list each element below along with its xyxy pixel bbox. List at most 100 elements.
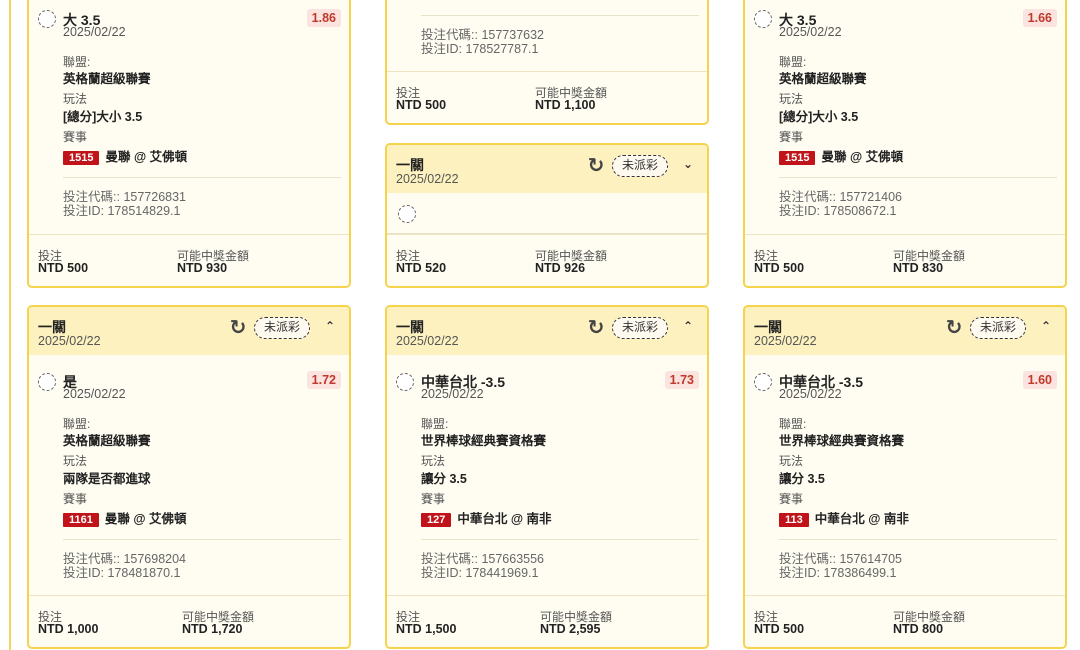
market-label: 玩法: [779, 92, 804, 106]
bet-code-label: 投注代碼::: [421, 552, 478, 566]
match-number-badge: 1161: [63, 513, 99, 527]
match-number-badge: 1515: [779, 151, 816, 165]
selection-status-icon: [754, 373, 772, 391]
card-header[interactable]: 一關 2025/02/22 ↻ 未派彩 ⌃: [745, 307, 1065, 355]
bet-card: 一關 2025/02/22 ↻ 未派彩 ⌄ 投注 NTD 520 可能中獎金額 …: [385, 143, 709, 288]
chevron-up-icon[interactable]: ⌃: [1041, 319, 1051, 333]
league-value: 英格蘭超級聯賽: [63, 72, 151, 86]
chevron-up-icon[interactable]: ⌃: [683, 319, 693, 333]
bet-code: 157663556: [481, 552, 545, 566]
market-value: 讓分 3.5: [779, 472, 825, 486]
market-label: 玩法: [63, 454, 88, 468]
stake-value: NTD 500: [38, 261, 89, 275]
card-footer: 投注 NTD 1,500 可能中獎金額 NTD 2,595: [387, 595, 707, 647]
refresh-icon[interactable]: ↻: [944, 318, 964, 338]
odds-badge: 1.72: [306, 371, 341, 389]
bet-id-label: 投注ID:: [63, 204, 104, 218]
match-label: 賽事: [63, 130, 88, 144]
potential-win-value: NTD 2,595: [540, 622, 601, 636]
league-value: 英格蘭超級聯賽: [63, 434, 151, 448]
bet-id-label: 投注ID:: [63, 566, 104, 580]
odds-badge: 1.73: [664, 371, 699, 389]
match-teams: 曼聯 @ 艾佛頓: [104, 512, 187, 526]
match-value: 1161 曼聯 @ 艾佛頓: [63, 508, 187, 527]
card-header[interactable]: 一關 2025/02/22 ↻ 未派彩 ⌄: [387, 145, 707, 193]
divider: [779, 539, 1057, 540]
selection-status-icon: [38, 373, 56, 391]
bet-code: 157726831: [123, 190, 187, 204]
match-value: 1515 曼聯 @ 艾佛頓: [779, 146, 903, 165]
bet-code: 157698204: [123, 552, 187, 566]
divider: [421, 539, 699, 540]
bet-card: 一關 2025/02/22 ↻ 未派彩 ⌃ 中華台北 -3.5 2025/02/…: [385, 305, 709, 649]
bet-id: 178481870.1: [107, 566, 181, 580]
selection-date: 2025/02/22: [779, 387, 842, 401]
match-number-badge: 1515: [63, 151, 100, 165]
bet-id: 178508672.1: [823, 204, 897, 218]
bet-id: 178514829.1: [107, 204, 181, 218]
bet-code: 157721406: [839, 190, 903, 204]
market-value: [總分]大小 3.5: [63, 110, 143, 124]
bet-date: 2025/02/22: [396, 172, 459, 186]
bet-meta: 投注代碼:: 157737632 投注ID: 178527787.1: [421, 28, 544, 56]
stake-value: NTD 500: [396, 98, 447, 112]
bet-code-label: 投注代碼::: [779, 190, 836, 204]
stake-value: NTD 500: [754, 261, 805, 275]
match-label: 賽事: [63, 492, 88, 506]
status-badge: 未派彩: [611, 155, 668, 177]
potential-win-value: NTD 930: [177, 261, 228, 275]
card-footer: 投注 NTD 500 可能中獎金額 NTD 830: [745, 234, 1065, 286]
chevron-down-icon[interactable]: ⌄: [683, 157, 693, 171]
match-teams: 中華台北 @ 南非: [814, 512, 909, 526]
bet-meta: 投注代碼:: 157698204 投注ID: 178481870.1: [63, 552, 186, 580]
bet-code-label: 投注代碼::: [63, 190, 120, 204]
selection-status-icon: [754, 10, 772, 28]
match-label: 賽事: [421, 492, 446, 506]
bet-meta: 投注代碼:: 157721406 投注ID: 178508672.1: [779, 190, 902, 218]
refresh-icon[interactable]: ↻: [586, 156, 606, 176]
potential-win-value: NTD 1,100: [535, 98, 596, 112]
match-value: 127 中華台北 @ 南非: [421, 508, 552, 527]
match-number-badge: 127: [421, 513, 452, 527]
refresh-icon[interactable]: ↻: [586, 318, 606, 338]
bet-code-label: 投注代碼::: [779, 552, 836, 566]
divider: [421, 15, 699, 16]
status-badge: 未派彩: [611, 317, 668, 339]
chevron-up-icon[interactable]: ⌃: [325, 319, 335, 333]
card-header[interactable]: 一關 2025/02/22 ↻ 未派彩 ⌃: [387, 307, 707, 355]
left-scroll-rule: [9, 0, 11, 650]
match-number-badge: 113: [779, 513, 809, 527]
stake-value: NTD 1,500: [396, 622, 457, 636]
selection-date: 2025/02/22: [779, 25, 842, 39]
potential-win-value: NTD 800: [893, 622, 944, 636]
match-label: 賽事: [779, 492, 804, 506]
selection-date: 2025/02/22: [63, 387, 126, 401]
bet-id: 178527787.1: [465, 42, 539, 56]
bet-meta: 投注代碼:: 157726831 投注ID: 178514829.1: [63, 190, 186, 218]
selection-date: 2025/02/22: [421, 387, 484, 401]
bet-date: 2025/02/22: [754, 334, 817, 348]
refresh-icon[interactable]: ↻: [228, 318, 248, 338]
selection-date: 2025/02/22: [63, 25, 126, 39]
selection-status-icon: [38, 10, 56, 28]
card-header[interactable]: 一關 2025/02/22 ↻ 未派彩 ⌃: [29, 307, 349, 355]
match-teams: 曼聯 @ 艾佛頓: [821, 150, 904, 164]
bet-card: 投注代碼:: 157737632 投注ID: 178527787.1 投注 NT…: [385, 0, 709, 125]
bet-card: 一關 2025/02/22 ↻ 未派彩 ⌃ 中華台北 -3.5 2025/02/…: [743, 305, 1067, 649]
selection-status-icon: [398, 205, 416, 223]
bet-meta: 投注代碼:: 157663556 投注ID: 178441969.1: [421, 552, 544, 580]
market-value: [總分]大小 3.5: [779, 110, 859, 124]
bet-code: 157614705: [839, 552, 903, 566]
bet-card: 大 3.5 2025/02/22 1.86 聯盟: 英格蘭超級聯賽 玩法 [總分…: [27, 0, 351, 288]
potential-win-value: NTD 926: [535, 261, 586, 275]
bet-meta: 投注代碼:: 157614705 投注ID: 178386499.1: [779, 552, 902, 580]
bet-code-label: 投注代碼::: [63, 552, 120, 566]
potential-win-value: NTD 830: [893, 261, 944, 275]
bet-id-label: 投注ID:: [421, 42, 462, 56]
bet-date: 2025/02/22: [38, 334, 101, 348]
bet-id: 178441969.1: [465, 566, 539, 580]
card-footer: 投注 NTD 500 可能中獎金額 NTD 930: [29, 234, 349, 286]
match-teams: 曼聯 @ 艾佛頓: [105, 150, 188, 164]
match-value: 1515 曼聯 @ 艾佛頓: [63, 146, 187, 165]
odds-badge: 1.86: [306, 9, 341, 27]
